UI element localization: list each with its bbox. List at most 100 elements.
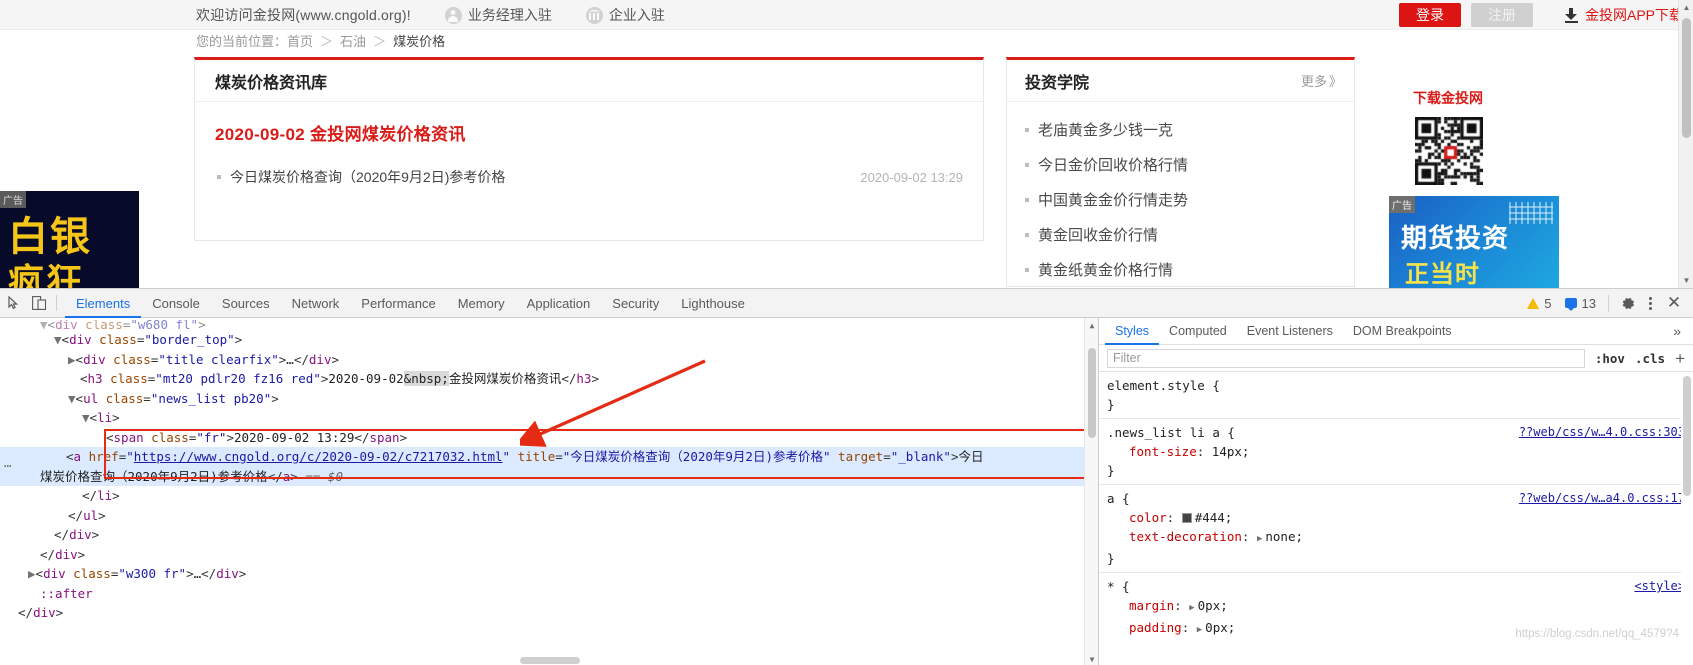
dom-line[interactable]: <span class="fr">2020-09-02 13:29</span> — [40, 428, 1084, 448]
dom-line[interactable]: </li> — [40, 486, 1084, 506]
dom-line[interactable]: ▶<div class="w300 fr">…</div> — [28, 564, 1084, 584]
styles-tabbar: Styles Computed Event Listeners DOM Brea… — [1099, 318, 1693, 345]
topbar-link-manager[interactable]: 业务经理入驻 — [444, 5, 552, 25]
css-property-value[interactable]: 14px; — [1212, 444, 1250, 459]
tab-performance[interactable]: Performance — [350, 289, 446, 318]
dom-line[interactable]: ▼<li> — [40, 408, 1084, 428]
issue-counters[interactable]: 5 13 — [1527, 296, 1596, 311]
app-download-link[interactable]: 金投网APP下载 — [1564, 5, 1683, 25]
dom-line[interactable]: ▶<div class="title clearfix">…</div> — [40, 350, 1084, 370]
css-rule-element-style[interactable]: element.style { } — [1099, 372, 1693, 419]
kebab-menu-icon[interactable] — [1639, 292, 1661, 314]
bank-circle-icon — [585, 6, 603, 24]
tab-elements[interactable]: Elements — [65, 289, 141, 318]
css-property-name[interactable]: padding — [1107, 618, 1182, 637]
css-rule-news-list[interactable]: ??web/css/w…4.0.css:303 .news_list li a … — [1099, 419, 1693, 485]
more-link[interactable]: 更多 》 — [1301, 71, 1342, 90]
styles-filter-input[interactable] — [1107, 348, 1585, 368]
css-property-name[interactable]: text-decoration — [1107, 527, 1242, 546]
inspect-cursor-icon[interactable] — [0, 289, 26, 318]
dom-line[interactable]: ▼<div class="w680 fl"> — [40, 320, 1084, 330]
css-property-value[interactable]: #444; — [1195, 510, 1233, 525]
node-ellipsis-badge[interactable]: … — [4, 455, 13, 470]
news-item-link[interactable]: 今日煤炭价格查询（2020年9月2日)参考价格 — [230, 167, 505, 187]
dom-line[interactable]: ▼<ul class="news_list pb20"> — [40, 389, 1084, 409]
tab-dom-breakpoints[interactable]: DOM Breakpoints — [1343, 318, 1462, 345]
scroll-up-arrow-icon[interactable]: ▲ — [1679, 0, 1693, 15]
dom-line[interactable]: </div> — [18, 603, 1084, 623]
topbar-link-enterprise[interactable]: 企业入驻 — [585, 5, 665, 25]
dom-vertical-scrollbar[interactable]: ▲ ▼ — [1084, 318, 1098, 665]
css-property-name[interactable]: margin — [1107, 596, 1174, 615]
breadcrumb-item-oil[interactable]: 石油 — [340, 34, 366, 49]
dom-line[interactable]: <h3 class="mt20 pdlr20 fz16 red">2020-09… — [40, 369, 1084, 389]
dom-hscroll-thumb[interactable] — [520, 657, 580, 664]
css-source-link[interactable]: <style> — [1634, 577, 1685, 596]
tab-lighthouse[interactable]: Lighthouse — [670, 289, 756, 318]
dom-line[interactable]: ▼<div class="border_top"> — [40, 330, 1084, 350]
dom-line[interactable]: </ul> — [40, 506, 1084, 526]
breadcrumb-item-home[interactable]: 首页 — [287, 34, 313, 49]
close-icon[interactable]: ✕ — [1661, 292, 1687, 314]
topbar-link-manager-label: 业务经理入驻 — [467, 7, 552, 23]
dom-tree-pane[interactable]: ▼<div class="w680 fl"> ▼<div class="bord… — [0, 318, 1098, 665]
tab-computed[interactable]: Computed — [1159, 318, 1237, 345]
tab-styles[interactable]: Styles — [1105, 318, 1159, 345]
dom-horizontal-scrollbar[interactable] — [0, 655, 1084, 665]
expand-arrow-icon[interactable]: ▶ — [1197, 625, 1202, 635]
css-rule-anchor[interactable]: ??web/css/w…a4.0.css:17 a { color: #444;… — [1099, 485, 1693, 573]
scroll-down-arrow-icon[interactable]: ▼ — [1085, 652, 1098, 665]
login-button[interactable]: 登录 — [1398, 3, 1461, 27]
device-toolbar-icon[interactable] — [26, 289, 52, 318]
dom-line[interactable]: </div> — [40, 525, 1084, 545]
hov-toggle[interactable]: :hov — [1595, 351, 1625, 366]
page-scrollbar-thumb[interactable] — [1682, 18, 1691, 138]
css-property-value[interactable]: 0px; — [1198, 598, 1228, 613]
dom-line-pseudo[interactable]: ::after — [40, 584, 1084, 604]
list-item[interactable]: 黄金回收金价行情 — [1025, 217, 1354, 252]
color-swatch[interactable] — [1181, 513, 1192, 523]
scroll-down-arrow-icon[interactable]: ▼ — [1679, 273, 1693, 288]
dom-line[interactable]: </div> — [40, 545, 1084, 565]
expand-arrow-icon[interactable]: ▶ — [1257, 534, 1262, 544]
tab-application[interactable]: Application — [516, 289, 602, 318]
scroll-up-arrow-icon[interactable]: ▲ — [1085, 318, 1098, 332]
selected-href[interactable]: https://www.cngold.org/c/2020-09-02/c721… — [134, 449, 503, 464]
new-style-rule-button[interactable]: + — [1675, 350, 1685, 367]
warning-triangle-icon — [1527, 297, 1540, 309]
list-item[interactable]: 老庙黄金多少钱一克 — [1025, 112, 1354, 147]
expand-arrow-icon[interactable]: ▶ — [1189, 603, 1194, 613]
ad-banner-left[interactable]: 广告 白银 疯狂 — [0, 191, 139, 288]
ad-right-line1: 期货投资 — [1401, 223, 1510, 253]
cls-toggle[interactable]: .cls — [1635, 351, 1665, 366]
css-property-name[interactable]: font-size — [1107, 442, 1197, 461]
list-item[interactable]: 中国黄金金价行情走势 — [1025, 182, 1354, 217]
styles-scrollbar[interactable] — [1681, 372, 1693, 665]
list-item[interactable]: 今日金价回收价格行情 — [1025, 147, 1354, 182]
css-property-name[interactable]: color — [1107, 508, 1167, 527]
breadcrumb-separator-1: ＞ — [320, 34, 334, 49]
css-source-link[interactable]: ??web/css/w…a4.0.css:17 — [1519, 489, 1685, 508]
css-property-value[interactable]: none; — [1265, 529, 1303, 544]
list-item-label: 黄金回收金价行情 — [1038, 227, 1159, 244]
list-item[interactable]: 黄金纸黄金价格行情 — [1025, 252, 1354, 287]
tab-sources[interactable]: Sources — [211, 289, 281, 318]
css-source-link[interactable]: ??web/css/w…4.0.css:303 — [1519, 423, 1685, 442]
dom-vscroll-thumb[interactable] — [1088, 348, 1096, 438]
tab-event-listeners[interactable]: Event Listeners — [1237, 318, 1343, 345]
register-button[interactable]: 注册 — [1470, 3, 1533, 27]
styles-scrollbar-thumb[interactable] — [1683, 376, 1691, 496]
tab-security[interactable]: Security — [601, 289, 670, 318]
css-selector: * { — [1107, 579, 1130, 594]
dom-selected-node[interactable]: … <a href="https://www.cngold.org/c/2020… — [0, 447, 1084, 486]
gear-icon[interactable] — [1617, 292, 1639, 314]
styles-overflow-icon[interactable]: » — [1673, 323, 1693, 339]
tab-memory[interactable]: Memory — [447, 289, 516, 318]
ad-banner-right[interactable]: 广告 期货投资 正当时 — [1389, 196, 1559, 288]
page-scrollbar[interactable]: ▲ ▼ — [1678, 0, 1693, 288]
tab-network[interactable]: Network — [281, 289, 351, 318]
devtools-panel: Elements Console Sources Network Perform… — [0, 288, 1693, 665]
tab-console[interactable]: Console — [141, 289, 211, 318]
css-property-value[interactable]: 0px; — [1205, 620, 1235, 635]
investment-academy-list: 老庙黄金多少钱一克 今日金价回收价格行情 中国黄金金价行情走势 黄金回收金价行情… — [1007, 102, 1354, 287]
